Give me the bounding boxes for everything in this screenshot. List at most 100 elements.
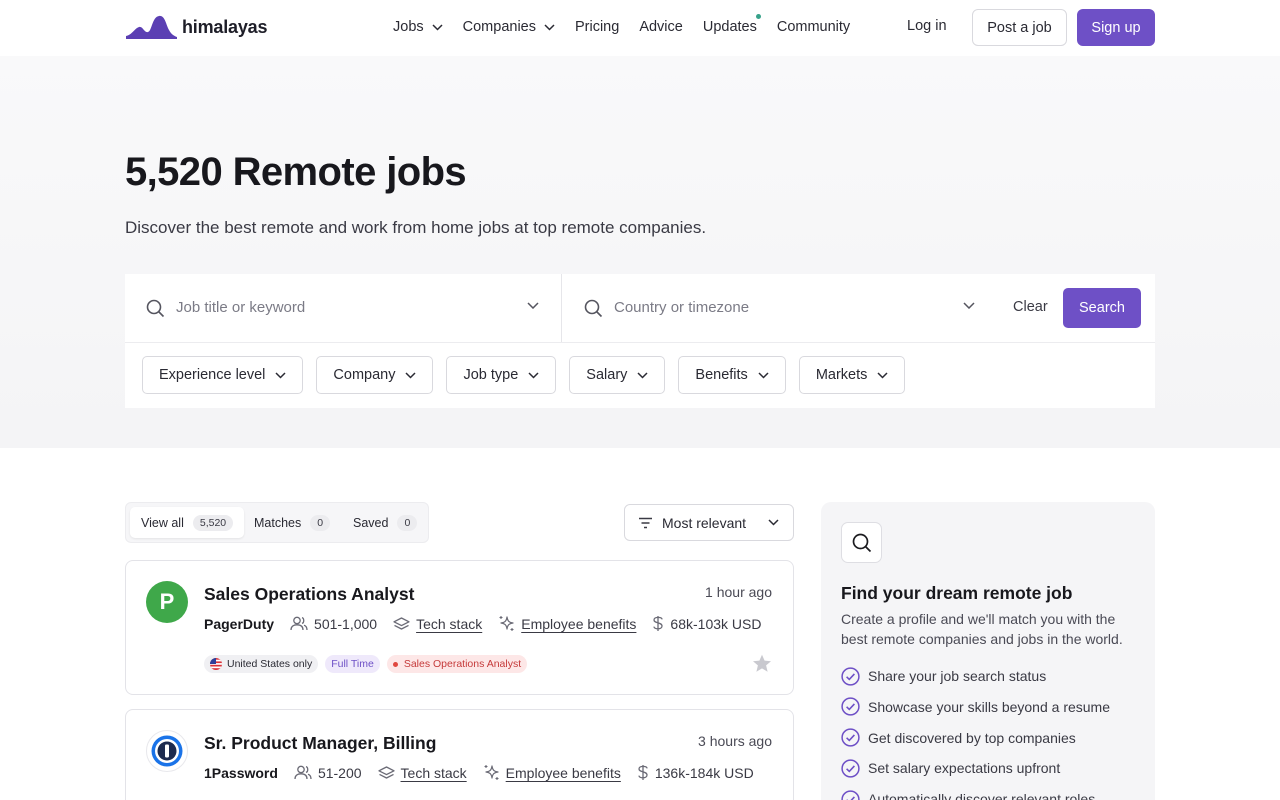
tab-view-all[interactable]: View all 5,520	[130, 507, 245, 538]
salary-value: 68k-103k USD	[670, 615, 762, 632]
job-card[interactable]: Sr. Product Manager, Billing 3 hours ago…	[125, 709, 794, 800]
sort-label: Most relevant	[662, 514, 747, 531]
filter-markets[interactable]: Markets	[798, 356, 906, 394]
promo-benefit-label: Set salary expectations upfront	[868, 760, 1061, 777]
nav-pricing-label: Pricing	[574, 19, 620, 35]
tech-stack-link[interactable]: Tech stack	[377, 764, 467, 781]
nav-pricing[interactable]: Pricing	[575, 19, 619, 35]
result-tabs: View all 5,520 Matches 0 Saved 0	[125, 502, 429, 543]
users-icon	[290, 616, 308, 631]
tech-stack-link[interactable]: Tech stack	[393, 616, 482, 632]
nav-community[interactable]: Community	[777, 19, 850, 35]
sparkle-icon	[499, 616, 514, 631]
nav-jobs-label: Jobs	[393, 19, 424, 35]
nav-updates[interactable]: Updates	[702, 14, 761, 35]
filter-benefits[interactable]: Benefits	[678, 356, 786, 394]
promo-benefit-label: Share your job search status	[868, 668, 1047, 684]
filter-label: Markets	[815, 367, 868, 383]
promo-benefit-list: Share your job search status Showcase yo…	[841, 666, 1110, 800]
location-search-field[interactable]: Country or timezone	[563, 274, 987, 342]
role-tag[interactable]: Sales Operations Analyst	[386, 655, 528, 673]
company-name[interactable]: 1Password	[204, 765, 278, 781]
mountain-logo-icon	[126, 15, 177, 39]
sign-up-button[interactable]: Sign up	[1077, 9, 1155, 46]
job-type-tag[interactable]: Full Time	[325, 655, 380, 673]
promo-benefit-label: Showcase your skills beyond a resume	[868, 698, 1111, 715]
job-card[interactable]: P Sales Operations Analyst 1 hour ago Pa…	[125, 560, 794, 695]
job-title[interactable]: Sr. Product Manager, Billing	[204, 733, 436, 754]
keyword-search-input[interactable]: Job title or keyword	[176, 299, 305, 316]
dollar-icon	[653, 616, 664, 631]
filter-label: Benefits	[695, 367, 748, 383]
chevron-down-icon	[544, 23, 555, 31]
promo-benefit-item: Automatically discover relevant roles	[841, 789, 1110, 800]
company-size-value: 51-200	[317, 764, 362, 781]
login-link[interactable]: Log in	[907, 18, 947, 34]
tech-stack-label: Tech stack	[400, 764, 467, 781]
company-logo[interactable]: P	[146, 581, 188, 623]
chevron-down-icon	[275, 371, 286, 379]
salary-range: 136k-184k USD	[637, 764, 754, 781]
count-badge: 0	[397, 514, 418, 531]
nav-updates-label: Updates	[702, 19, 757, 35]
nav-advice[interactable]: Advice	[639, 19, 683, 35]
search-icon	[584, 299, 603, 318]
employee-benefits-link[interactable]: Employee benefits	[498, 615, 636, 632]
logo[interactable]: himalayas	[126, 14, 267, 40]
promo-description: Create a profile and we'll match you wit…	[841, 611, 1123, 647]
nav-companies[interactable]: Companies	[463, 19, 555, 35]
chevron-down-icon[interactable]	[527, 302, 539, 309]
nav-jobs[interactable]: Jobs	[393, 19, 443, 35]
search-panel: Job title or keyword Country or timezone…	[125, 274, 1155, 408]
chevron-down-icon	[877, 371, 888, 379]
post-job-button[interactable]: Post a job	[972, 9, 1067, 46]
filter-salary[interactable]: Salary	[569, 356, 666, 394]
check-circle-icon	[841, 759, 860, 778]
search-icon	[852, 533, 871, 552]
chevron-down-icon	[768, 519, 779, 526]
check-circle-icon	[841, 728, 860, 747]
clear-button[interactable]: Clear	[1013, 299, 1048, 315]
search-button[interactable]: Search	[1063, 288, 1141, 328]
logo-text: himalayas	[182, 16, 268, 37]
filter-company[interactable]: Company	[316, 356, 434, 394]
count-badge: 5,520	[192, 514, 234, 531]
top-nav: himalayas Jobs Companies Pricing Advice …	[0, 0, 1280, 56]
nav-community-label: Community	[776, 19, 851, 35]
sparkle-icon	[484, 765, 499, 780]
employee-benefits-label: Employee benefits	[505, 764, 621, 781]
job-title[interactable]: Sales Operations Analyst	[204, 584, 414, 605]
tab-matches[interactable]: Matches 0	[243, 507, 341, 538]
filter-label: Experience level	[159, 367, 266, 383]
company-logo[interactable]	[146, 730, 188, 772]
job-posted-time: 3 hours ago	[698, 733, 772, 749]
filter-bar: Experience level Company Job type Salary…	[142, 356, 918, 394]
promo-title: Find your dream remote job	[841, 583, 1073, 603]
role-dot	[392, 661, 398, 667]
tab-label: View all	[141, 515, 184, 530]
promo-benefit-label: Get discovered by top companies	[868, 729, 1076, 746]
chevron-down-icon	[528, 371, 539, 379]
promo-benefit-label: Automatically discover relevant roles	[868, 791, 1096, 800]
page-title: 5,520 Remote jobs	[125, 150, 467, 194]
location-tag[interactable]: United States only	[204, 655, 319, 673]
hero-section: 5,520 Remote jobs Discover the best remo…	[0, 56, 1280, 448]
sort-dropdown[interactable]: Most relevant	[624, 504, 794, 541]
search-icon	[146, 299, 165, 318]
tab-saved[interactable]: Saved 0	[342, 507, 428, 538]
location-search-input[interactable]: Country or timezone	[614, 299, 749, 316]
filter-job-type[interactable]: Job type	[446, 356, 557, 394]
keyword-search-field[interactable]: Job title or keyword	[125, 274, 562, 342]
star-icon[interactable]	[752, 654, 772, 673]
salary-range: 68k-103k USD	[652, 615, 761, 632]
tab-label: Saved	[353, 515, 389, 530]
employee-benefits-label: Employee benefits	[521, 615, 637, 632]
company-name[interactable]: PagerDuty	[204, 616, 274, 632]
promo-icon-box	[841, 522, 882, 563]
company-size: 501-1,000	[290, 616, 377, 632]
chevron-down-icon[interactable]	[963, 302, 975, 309]
employee-benefits-link[interactable]: Employee benefits	[483, 764, 621, 781]
filter-experience-level[interactable]: Experience level	[142, 356, 304, 394]
filter-label: Salary	[586, 367, 628, 383]
count-badge: 0	[310, 514, 331, 531]
